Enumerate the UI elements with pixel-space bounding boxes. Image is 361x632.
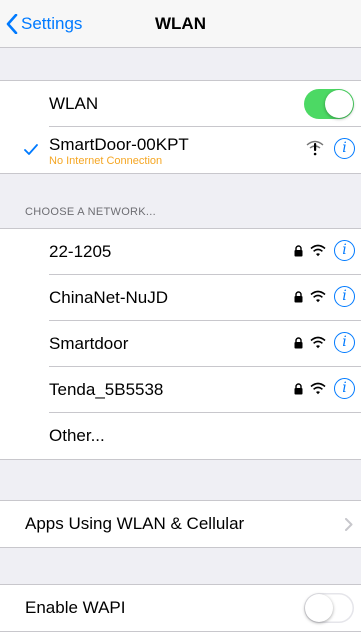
wifi-icon — [310, 244, 326, 257]
info-icon[interactable]: i — [334, 378, 355, 399]
wifi-icon — [310, 336, 326, 349]
wifi-icon — [310, 382, 326, 395]
other-label: Other... — [49, 426, 105, 445]
wlan-label: WLAN — [49, 94, 99, 113]
networks-group: 22-1205 i ChinaNet-NuJD i Smartdoor i Te… — [0, 228, 361, 460]
switch-knob — [305, 594, 333, 622]
connected-network-row[interactable]: SmartDoor-00KPT No Internet Connection i — [0, 127, 361, 173]
enable-wapi-label: Enable WAPI — [25, 598, 126, 617]
connected-ssid: SmartDoor-00KPT — [49, 135, 189, 154]
info-icon[interactable]: i — [334, 332, 355, 353]
other-network-row[interactable]: Other... — [0, 413, 361, 459]
connection-status: No Internet Connection — [49, 155, 163, 167]
network-row[interactable]: ChinaNet-NuJD i — [0, 275, 361, 321]
network-ssid: ChinaNet-NuJD — [49, 288, 169, 307]
wlan-group: WLAN SmartDoor-00KPT No Internet Connect… — [0, 80, 361, 174]
apps-using-label: Apps Using WLAN & Cellular — [25, 514, 245, 533]
apps-group: Apps Using WLAN & Cellular — [0, 500, 361, 548]
lock-icon — [294, 291, 303, 303]
wapi-group: Enable WAPI — [0, 584, 361, 632]
enable-wapi-switch[interactable] — [304, 593, 354, 623]
wifi-warning-icon — [306, 140, 324, 156]
network-row[interactable]: Tenda_5B5538 i — [0, 367, 361, 413]
enable-wapi-row: Enable WAPI — [0, 585, 361, 631]
info-icon[interactable]: i — [334, 286, 355, 307]
wlan-toggle-row: WLAN — [0, 81, 361, 127]
network-ssid: Smartdoor — [49, 334, 129, 353]
switch-knob — [325, 90, 353, 118]
checkmark-icon — [24, 144, 38, 155]
info-icon[interactable]: i — [334, 240, 355, 261]
lock-icon — [294, 245, 303, 257]
lock-icon — [294, 337, 303, 349]
wifi-icon — [310, 290, 326, 303]
network-row[interactable]: 22-1205 i — [0, 229, 361, 275]
info-icon[interactable]: i — [334, 138, 355, 159]
chevron-right-icon — [345, 518, 353, 531]
network-ssid: Tenda_5B5538 — [49, 380, 164, 399]
page-title: WLAN — [155, 14, 206, 33]
network-ssid: 22-1205 — [49, 242, 112, 261]
apps-using-wlan-row[interactable]: Apps Using WLAN & Cellular — [0, 501, 361, 547]
network-row[interactable]: Smartdoor i — [0, 321, 361, 367]
wlan-switch[interactable] — [304, 89, 354, 119]
lock-icon — [294, 383, 303, 395]
navigation-bar: Settings WLAN — [0, 0, 361, 48]
section-header: CHOOSE A NETWORK... — [25, 206, 156, 218]
